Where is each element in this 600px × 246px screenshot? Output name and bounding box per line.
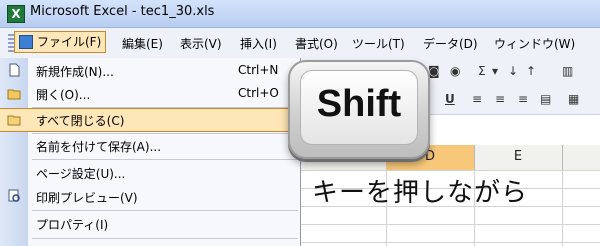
chart-wizard-icon[interactable]: ▥ <box>562 64 573 78</box>
menu-item-label: 開く(O)... <box>36 88 91 102</box>
title-bar: X Microsoft Excel - tec1_30.xls <box>0 0 600 28</box>
menu-item-label: ページ設定(U)... <box>36 167 126 181</box>
menu-item-close-all[interactable]: すべて閉じる(C) <box>0 108 300 132</box>
menu-item-label: すべて閉じる(C) <box>36 114 125 128</box>
menu-item-shortcut: Ctrl+N <box>238 63 279 77</box>
globe-icon[interactable]: ◉ <box>450 64 460 78</box>
underline-icon[interactable]: U <box>445 92 455 106</box>
folder-icon <box>7 115 21 126</box>
sort-descending-icon[interactable]: ↑ <box>526 64 536 78</box>
menu-tools[interactable]: ツール(T) <box>352 35 405 52</box>
menu-separator <box>32 133 298 134</box>
shift-key-graphic: Shift <box>288 60 430 159</box>
menu-item-label: 印刷プレビュー(V) <box>36 191 138 205</box>
menu-item-page-setup[interactable]: ページ設定(U)... <box>0 162 300 184</box>
menu-item-open[interactable]: 開く(O)... Ctrl+O <box>0 83 300 105</box>
menu-format[interactable]: 書式(O) <box>295 35 338 52</box>
menu-file[interactable]: ファイル(F) <box>14 31 107 53</box>
menu-item-label: プロパティ(I) <box>36 218 109 232</box>
menu-item-new[interactable]: 新規作成(N)... Ctrl+N <box>0 60 300 82</box>
autosum-icon[interactable]: Σ <box>478 64 486 78</box>
new-file-icon <box>9 63 20 77</box>
menu-separator <box>32 210 298 211</box>
sort-ascending-icon[interactable]: ↓ <box>508 64 518 78</box>
menu-separator <box>32 159 298 160</box>
excel-app-icon: X <box>7 5 25 23</box>
menu-separator <box>32 238 298 239</box>
menu-bar: ファイル(F) 編集(E) 表示(V) 挿入(I) 書式(O) ツール(T) デ… <box>0 28 600 59</box>
menu-item-properties[interactable]: プロパティ(I) <box>0 213 300 235</box>
open-folder-icon <box>7 89 21 100</box>
menu-file-icon <box>19 35 33 49</box>
file-menu-dropdown: 新規作成(N)... Ctrl+N 開く(O)... Ctrl+O すべて閉じる… <box>0 58 301 246</box>
menu-data[interactable]: データ(D) <box>423 35 478 52</box>
instruction-caption: キーを押しながら <box>312 178 529 208</box>
window-title: Microsoft Excel - tec1_30.xls <box>30 4 215 19</box>
merge-center-icon[interactable]: ▤ <box>540 92 551 106</box>
menu-edit[interactable]: 編集(E) <box>122 35 163 52</box>
menu-item-shortcut: Ctrl+O <box>238 86 279 100</box>
menu-item-print-preview[interactable]: 印刷プレビュー(V) <box>0 186 300 208</box>
menu-file-label: ファイル(F) <box>37 35 102 49</box>
align-right-icon[interactable]: ≡ <box>518 92 528 106</box>
currency-icon[interactable]: ▦ <box>568 92 579 106</box>
print-preview-icon <box>8 189 20 202</box>
align-center-icon[interactable]: ≡ <box>495 92 505 106</box>
autosum-dropdown-icon[interactable]: ▾ <box>492 64 498 78</box>
menu-insert[interactable]: 挿入(I) <box>240 35 277 52</box>
shift-key-label: Shift <box>316 83 402 125</box>
menu-view[interactable]: 表示(V) <box>180 35 222 52</box>
column-header-e[interactable]: E <box>474 145 563 170</box>
menu-item-label: 新規作成(N)... <box>36 65 114 79</box>
menu-item-label: 名前を付けて保存(A)... <box>36 140 162 154</box>
align-left-icon[interactable]: ≡ <box>472 92 482 106</box>
menu-window[interactable]: ウィンドウ(W) <box>494 35 575 52</box>
menu-item-save-as[interactable]: 名前を付けて保存(A)... <box>0 135 300 157</box>
